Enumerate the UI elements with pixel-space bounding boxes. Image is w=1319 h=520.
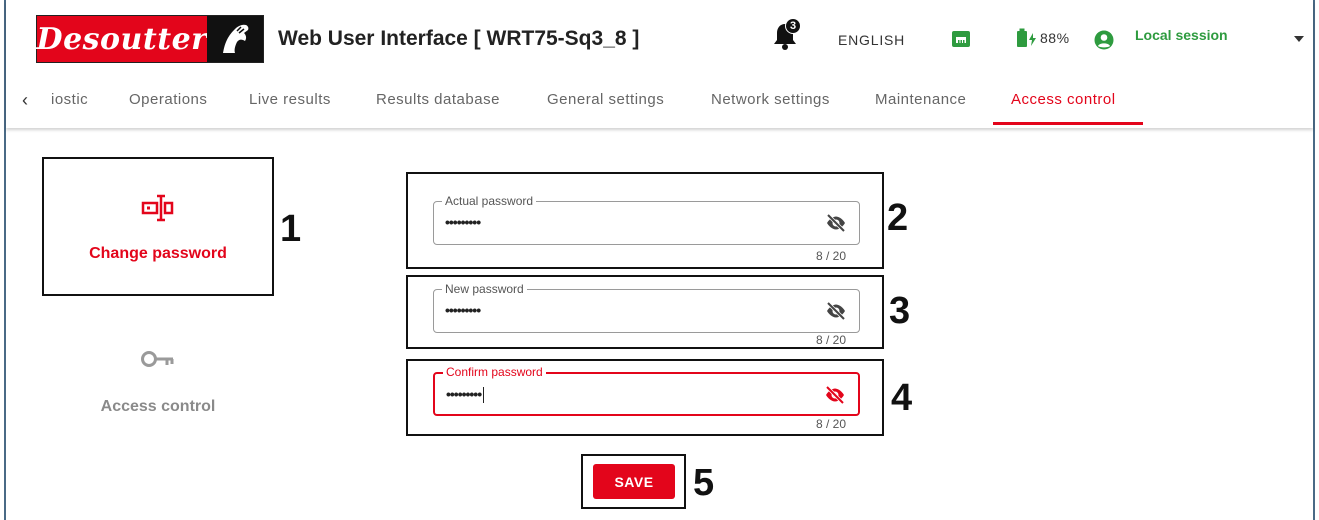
character-counter: 8 / 20: [815, 333, 846, 347]
field-label: New password: [442, 281, 527, 297]
eye-off-icon[interactable]: [824, 385, 846, 405]
tab-operations[interactable]: Operations: [129, 91, 207, 108]
notification-count-badge: 3: [785, 18, 801, 34]
tab-general-settings[interactable]: General settings: [547, 91, 664, 108]
callout-box: Confirm password ••••••••• 8 / 20: [406, 359, 884, 436]
tab-live-results[interactable]: Live results: [249, 91, 331, 108]
field-value: •••••••••: [445, 214, 481, 230]
chevron-left-icon[interactable]: ‹: [22, 90, 28, 111]
actual-password-field[interactable]: Actual password •••••••••: [433, 193, 860, 245]
callout-number: 4: [891, 377, 913, 419]
callout-box: Actual password ••••••••• 8 / 20: [406, 172, 884, 269]
password-field-icon: [141, 194, 174, 222]
callout-box: New password ••••••••• 8 / 20: [406, 275, 884, 349]
eye-off-icon[interactable]: [825, 301, 847, 321]
field-value: •••••••••: [446, 386, 485, 404]
key-icon: [141, 351, 174, 367]
field-value: •••••••••: [445, 302, 481, 318]
callout-number: 3: [889, 290, 911, 332]
notifications-bell-icon[interactable]: 3: [772, 18, 802, 52]
chevron-down-icon[interactable]: [1294, 36, 1304, 42]
app-title: Web User Interface [ WRT75-Sq3_8 ]: [278, 27, 640, 50]
callout-number: 5: [693, 462, 715, 504]
main-tabs: ‹ iostic Operations Live results Results…: [6, 84, 1313, 126]
confirm-password-field[interactable]: Confirm password •••••••••: [433, 364, 860, 416]
horse-logo-icon: [207, 16, 263, 62]
session-label[interactable]: Local session: [1135, 27, 1228, 43]
battery-status: 88%: [1016, 28, 1070, 48]
field-label: Actual password: [442, 193, 537, 209]
desoutter-logo: Desoutter: [36, 15, 264, 63]
new-password-field[interactable]: New password •••••••••: [433, 281, 860, 333]
battery-charging-icon: [1017, 28, 1036, 47]
battery-level: 88%: [1040, 30, 1070, 46]
active-tab-indicator: [993, 122, 1143, 125]
sidebar-item-label: Change password: [89, 245, 227, 262]
character-counter: 8 / 20: [815, 417, 846, 431]
sidebar-item-access-control[interactable]: Access control: [42, 340, 274, 440]
tab-access-control[interactable]: Access control: [1011, 91, 1116, 108]
sidebar-item-label: Access control: [100, 398, 216, 415]
eye-off-icon[interactable]: [825, 213, 847, 233]
save-button[interactable]: SAVE: [593, 464, 675, 499]
callout-number: 2: [887, 197, 909, 239]
text-cursor: [483, 387, 485, 404]
callout-box: SAVE: [581, 454, 686, 509]
field-label: Confirm password: [443, 364, 546, 380]
character-counter: 8 / 20: [815, 249, 846, 263]
brand-name: Desoutter: [36, 21, 208, 57]
tab-maintenance[interactable]: Maintenance: [875, 91, 966, 108]
language-selector[interactable]: ENGLISH: [838, 32, 905, 48]
tab-results-database[interactable]: Results database: [376, 91, 500, 108]
callout-number: 1: [280, 208, 302, 250]
network-icon: [952, 31, 970, 47]
user-account-icon[interactable]: [1094, 30, 1114, 50]
sidebar-item-change-password[interactable]: Change password: [42, 157, 274, 296]
tab-network-settings[interactable]: Network settings: [711, 91, 830, 108]
tab-diagnostic[interactable]: iostic: [51, 91, 88, 108]
